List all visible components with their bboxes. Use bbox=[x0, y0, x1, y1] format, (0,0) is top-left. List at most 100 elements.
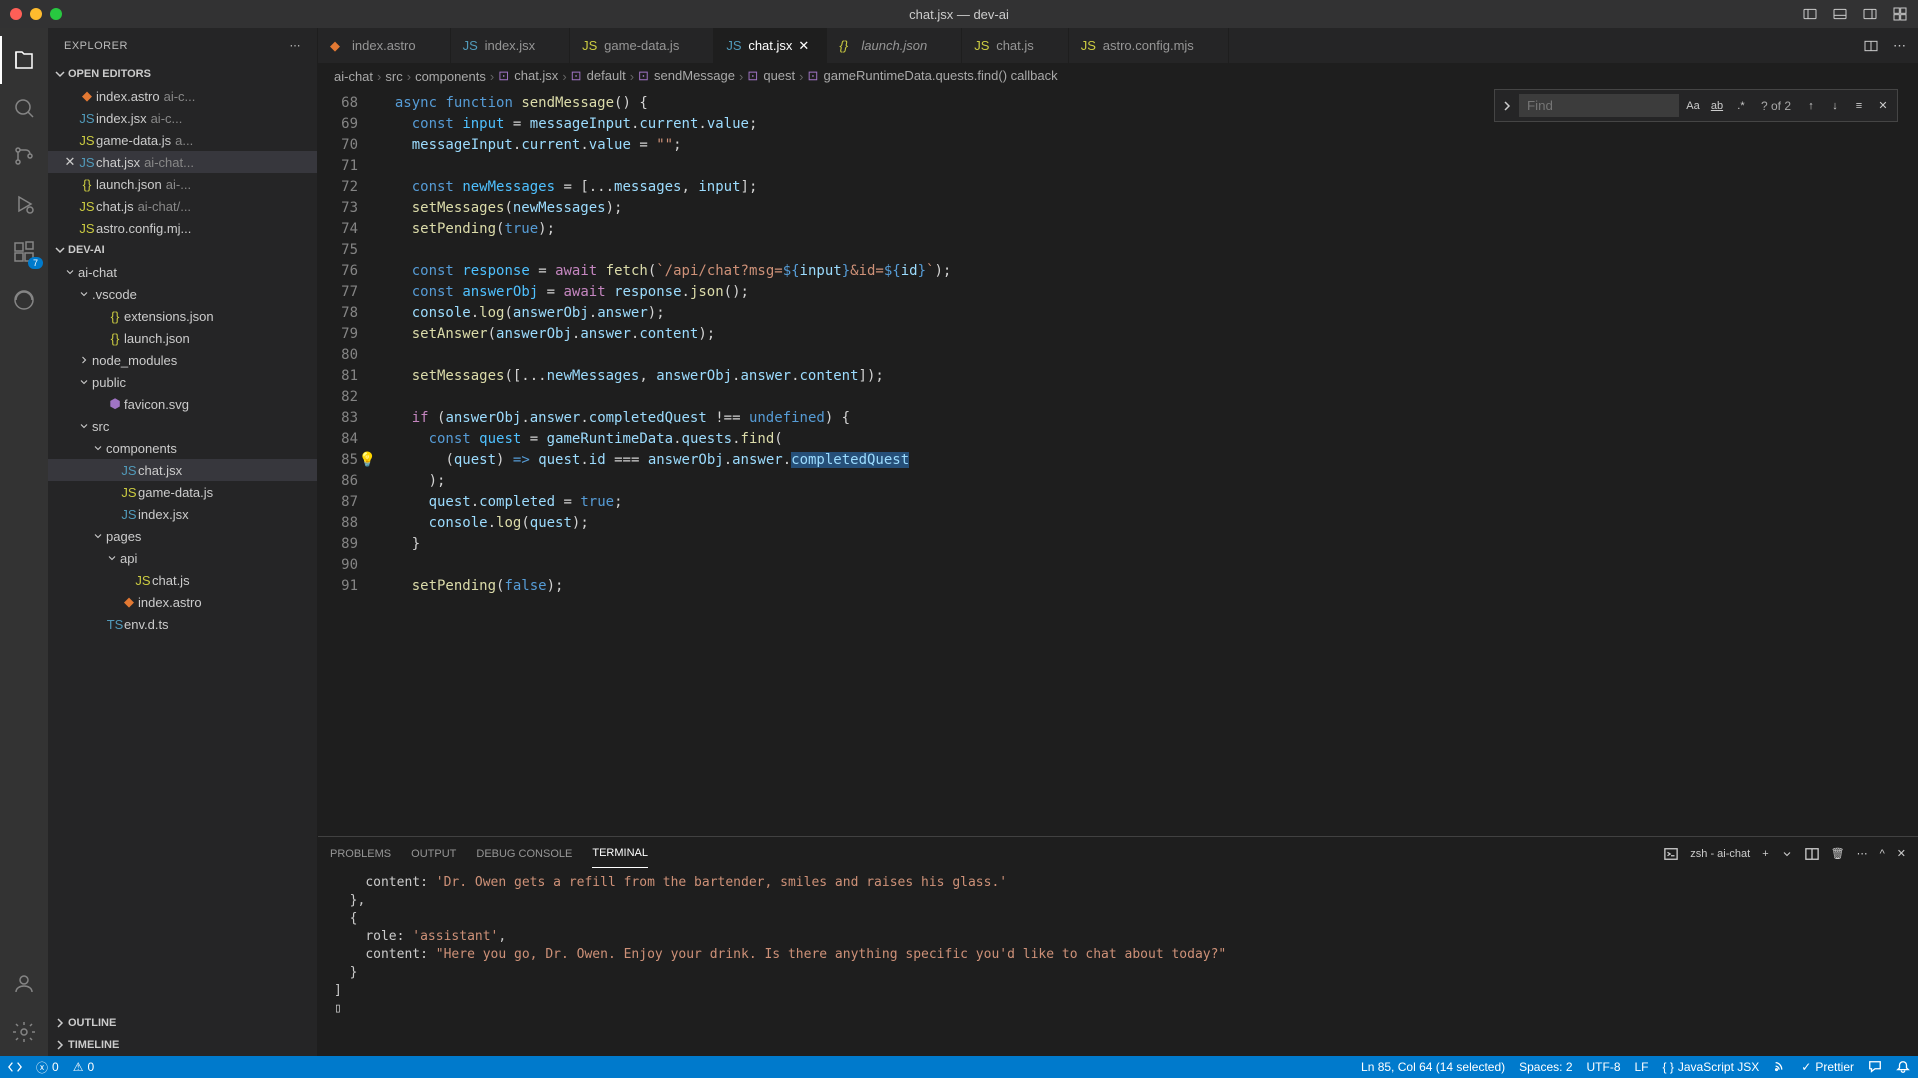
file-tree-item[interactable]: TS env.d.ts bbox=[48, 613, 317, 635]
file-tree-item[interactable]: JS index.jsx bbox=[48, 503, 317, 525]
file-tree-item[interactable]: {} extensions.json bbox=[48, 305, 317, 327]
cursor-position[interactable]: Ln 85, Col 64 (14 selected) bbox=[1361, 1060, 1505, 1074]
sidebar-more-icon[interactable]: ⋯ bbox=[290, 39, 302, 52]
editor-tab[interactable]: JSgame-data.js✕ bbox=[570, 28, 714, 63]
file-tree-item[interactable]: components bbox=[48, 437, 317, 459]
indentation[interactable]: Spaces: 2 bbox=[1519, 1060, 1572, 1074]
panel-tab-debug-console[interactable]: DEBUG CONSOLE bbox=[476, 840, 572, 868]
tab-more-icon[interactable]: ⋯ bbox=[1893, 38, 1906, 54]
terminal-label[interactable]: zsh - ai-chat bbox=[1690, 848, 1750, 860]
layout-sidebar-right-icon[interactable] bbox=[1862, 6, 1878, 22]
terminal-output[interactable]: content: 'Dr. Owen gets a refill from th… bbox=[318, 870, 1918, 1056]
run-debug-tab[interactable] bbox=[0, 180, 48, 228]
encoding[interactable]: UTF-8 bbox=[1587, 1060, 1621, 1074]
regex-icon[interactable]: .* bbox=[1731, 96, 1751, 116]
file-tree-item[interactable]: api bbox=[48, 547, 317, 569]
breadcrumb[interactable]: ai-chat›src›components›⊡chat.jsx›⊡defaul… bbox=[318, 63, 1918, 89]
open-editor-item[interactable]: JS chat.jsai-chat/... bbox=[48, 195, 317, 217]
layout-panel-icon[interactable] bbox=[1832, 6, 1848, 22]
breadcrumb-item[interactable]: ⊡gameRuntimeData.quests.find() callback bbox=[808, 68, 1058, 84]
search-tab[interactable] bbox=[0, 84, 48, 132]
open-editor-item[interactable]: JS game-data.jsa... bbox=[48, 129, 317, 151]
breadcrumb-item[interactable]: ai-chat bbox=[334, 69, 373, 84]
panel-tab-output[interactable]: OUTPUT bbox=[411, 840, 456, 868]
file-tree-item[interactable]: JS game-data.js bbox=[48, 481, 317, 503]
match-case-icon[interactable]: Aa bbox=[1683, 96, 1703, 116]
match-word-icon[interactable]: ab bbox=[1707, 96, 1727, 116]
panel-more-icon[interactable]: ⋯ bbox=[1857, 847, 1868, 860]
notifications-icon[interactable] bbox=[1896, 1060, 1910, 1074]
remote-indicator[interactable] bbox=[8, 1060, 22, 1074]
editor-tab[interactable]: JSchat.js✕ bbox=[962, 28, 1069, 63]
kill-terminal-icon[interactable]: 🗑 bbox=[1831, 847, 1845, 860]
language-mode[interactable]: { } JavaScript JSX bbox=[1663, 1060, 1760, 1074]
editor-tab[interactable]: JSastro.config.mjs✕ bbox=[1069, 28, 1229, 63]
breadcrumb-item[interactable]: ⊡chat.jsx bbox=[498, 68, 558, 84]
close-tab-icon[interactable]: ✕ bbox=[798, 38, 814, 54]
terminal-shell-icon[interactable] bbox=[1664, 847, 1678, 861]
minimap[interactable] bbox=[1900, 89, 1918, 836]
file-tree-item[interactable]: {} launch.json bbox=[48, 327, 317, 349]
open-editor-item[interactable]: JS astro.config.mj... bbox=[48, 217, 317, 239]
find-close-icon[interactable]: ✕ bbox=[1873, 96, 1893, 116]
eol[interactable]: LF bbox=[1635, 1060, 1649, 1074]
open-editor-item[interactable]: {} launch.jsonai-... bbox=[48, 173, 317, 195]
file-tree-item[interactable]: JS chat.js bbox=[48, 569, 317, 591]
file-tree-item[interactable]: .vscode bbox=[48, 283, 317, 305]
split-editor-icon[interactable] bbox=[1863, 38, 1879, 54]
explorer-tab[interactable] bbox=[0, 36, 48, 84]
breadcrumb-item[interactable]: ⊡sendMessage bbox=[638, 68, 735, 84]
find-input[interactable] bbox=[1519, 94, 1679, 117]
file-tree-item[interactable]: src bbox=[48, 415, 317, 437]
panel-tab-problems[interactable]: PROBLEMS bbox=[330, 840, 391, 868]
breadcrumb-item[interactable]: ⊡default bbox=[571, 68, 626, 84]
extensions-tab[interactable]: 7 bbox=[0, 228, 48, 276]
breadcrumb-item[interactable]: src bbox=[385, 69, 402, 84]
timeline-section[interactable]: TIMELINE bbox=[48, 1034, 317, 1056]
edge-tools-tab[interactable] bbox=[0, 276, 48, 324]
find-expand-icon[interactable] bbox=[1499, 98, 1515, 114]
settings-tab[interactable] bbox=[0, 1008, 48, 1056]
editor-tab[interactable]: JSchat.jsx✕ bbox=[714, 28, 827, 63]
open-editors-section[interactable]: OPEN EDITORS bbox=[48, 63, 317, 85]
file-tree-item[interactable]: ◆ index.astro bbox=[48, 591, 317, 613]
maximize-panel-icon[interactable]: ^ bbox=[1880, 848, 1885, 860]
accounts-tab[interactable] bbox=[0, 960, 48, 1008]
find-selection-icon[interactable]: ≡ bbox=[1849, 96, 1869, 116]
split-terminal-icon[interactable] bbox=[1805, 847, 1819, 861]
feedback-icon[interactable] bbox=[1868, 1060, 1882, 1074]
file-tree-item[interactable]: node_modules bbox=[48, 349, 317, 371]
live-server-icon[interactable] bbox=[1773, 1060, 1787, 1074]
warnings-count[interactable]: ⚠ 0 bbox=[73, 1060, 94, 1074]
file-tree-item[interactable]: pages bbox=[48, 525, 317, 547]
maximize-window[interactable] bbox=[50, 8, 62, 20]
minimize-window[interactable] bbox=[30, 8, 42, 20]
layout-sidebar-icon[interactable] bbox=[1802, 6, 1818, 22]
file-tree-item[interactable]: ai-chat bbox=[48, 261, 317, 283]
find-next-icon[interactable]: ↓ bbox=[1825, 96, 1845, 116]
editor-tab[interactable]: {}launch.json✕ bbox=[827, 28, 962, 63]
open-editor-item[interactable]: ✕ JS chat.jsxai-chat... bbox=[48, 151, 317, 173]
open-editor-item[interactable]: ◆ index.astroai-c... bbox=[48, 85, 317, 107]
new-terminal-icon[interactable]: + bbox=[1762, 848, 1768, 860]
prettier-status[interactable]: ✓ Prettier bbox=[1801, 1060, 1854, 1074]
breadcrumb-item[interactable]: components bbox=[415, 69, 486, 84]
editor-tab[interactable]: JSindex.jsx✕ bbox=[451, 28, 571, 63]
editor-tab[interactable]: ◆index.astro✕ bbox=[318, 28, 451, 63]
layout-customize-icon[interactable] bbox=[1892, 6, 1908, 22]
close-panel-icon[interactable]: ✕ bbox=[1897, 847, 1906, 860]
find-prev-icon[interactable]: ↑ bbox=[1801, 96, 1821, 116]
close-editor-icon[interactable]: ✕ bbox=[62, 154, 78, 170]
file-tree-item[interactable]: public bbox=[48, 371, 317, 393]
file-tree-item[interactable]: ⬢ favicon.svg bbox=[48, 393, 317, 415]
source-control-tab[interactable] bbox=[0, 132, 48, 180]
errors-count[interactable]: ⓧ 0 bbox=[36, 1059, 59, 1076]
folder-root-section[interactable]: DEV-AI bbox=[48, 239, 317, 261]
panel-tab-terminal[interactable]: TERMINAL bbox=[592, 839, 648, 868]
file-tree-item[interactable]: JS chat.jsx bbox=[48, 459, 317, 481]
close-window[interactable] bbox=[10, 8, 22, 20]
open-editor-item[interactable]: JS index.jsxai-c... bbox=[48, 107, 317, 129]
terminal-dropdown-icon[interactable] bbox=[1781, 848, 1793, 860]
breadcrumb-item[interactable]: ⊡quest bbox=[747, 68, 795, 84]
outline-section[interactable]: OUTLINE bbox=[48, 1012, 317, 1034]
